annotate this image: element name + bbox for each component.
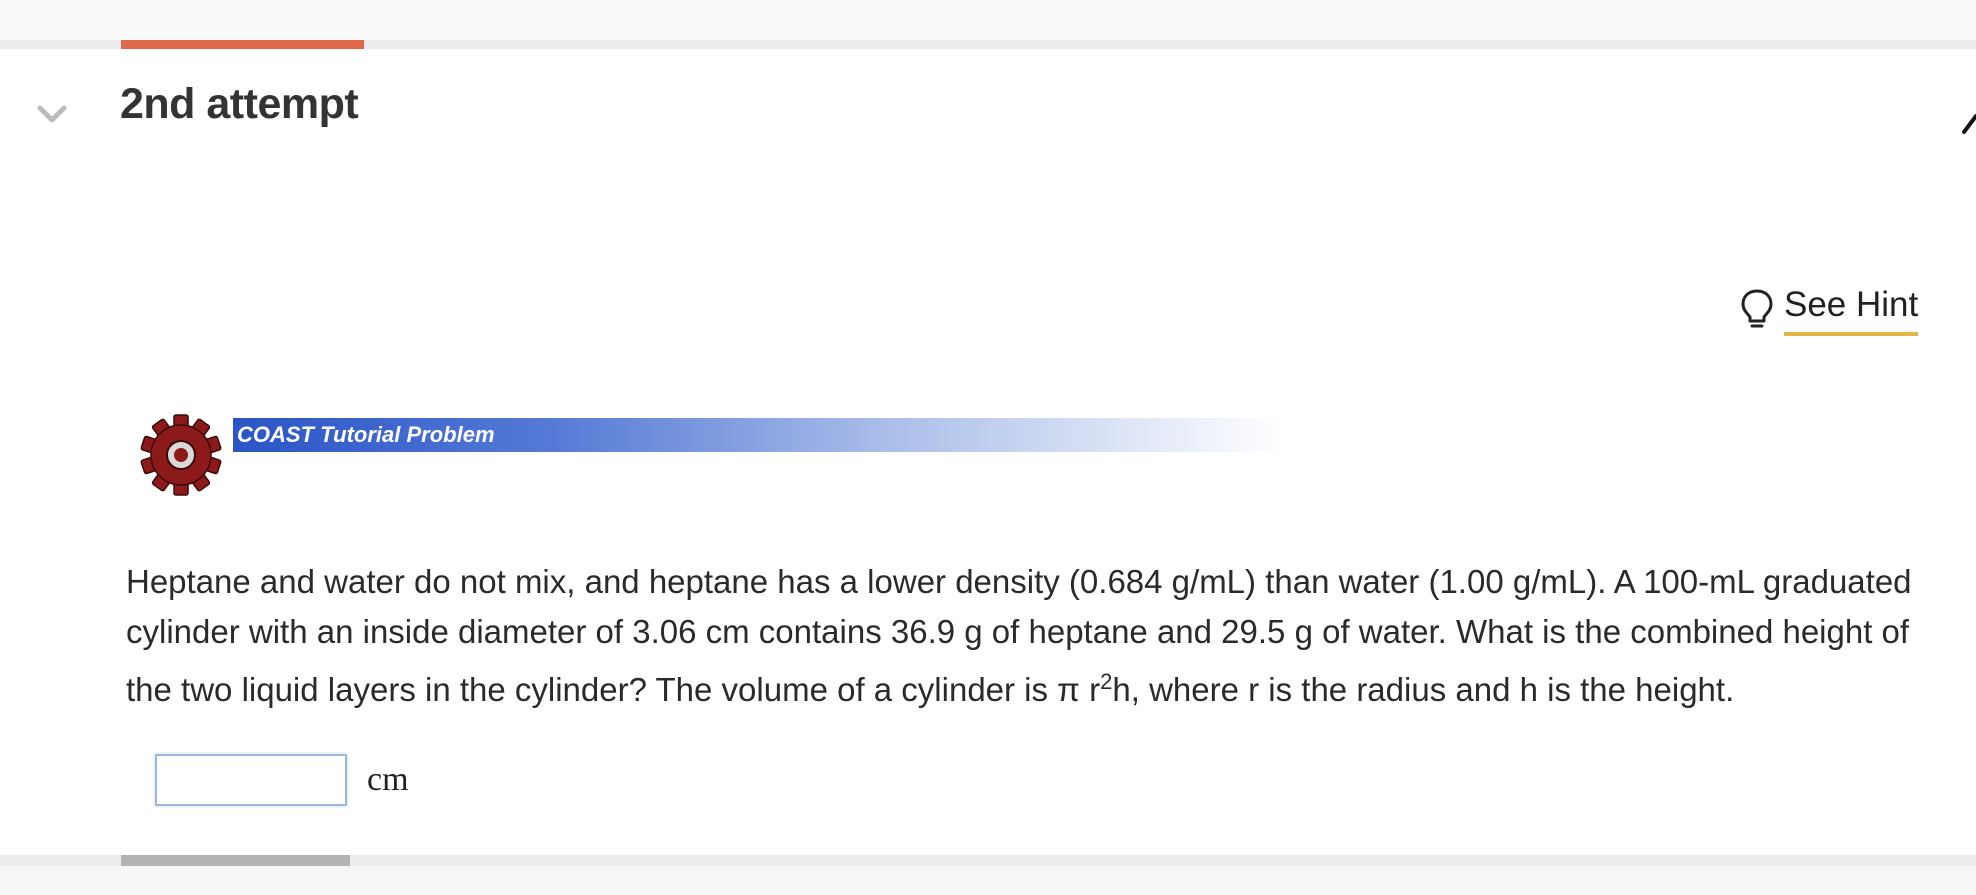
collapse-toggle-button[interactable] xyxy=(34,96,70,132)
answer-row: cm xyxy=(155,754,409,806)
problem-statement: Heptane and water do not mix, and heptan… xyxy=(126,557,1916,715)
chevron-down-icon xyxy=(37,105,67,123)
lightbulb-icon xyxy=(1741,289,1773,328)
bottom-progress-indicator xyxy=(121,855,350,866)
top-background-strip xyxy=(0,0,1976,40)
problem-text-part2: h, where r is the radius and h is the he… xyxy=(1112,671,1735,708)
bottom-background-strip xyxy=(0,866,1976,895)
see-hint-link[interactable]: See Hint xyxy=(1740,284,1919,336)
answer-input[interactable] xyxy=(155,754,347,806)
attempt-title: 2nd attempt xyxy=(120,80,359,128)
coast-banner-bar: COAST Tutorial Problem xyxy=(233,418,1283,452)
question-page: 2nd attempt See Hint COAST Tutorial Prob… xyxy=(0,0,1976,895)
gear-icon xyxy=(140,414,222,496)
see-hint-label: See Hint xyxy=(1784,284,1919,336)
answer-unit: cm xyxy=(367,761,409,798)
coast-tutorial-banner: COAST Tutorial Problem xyxy=(140,414,1283,496)
attempt-progress-indicator xyxy=(121,40,364,49)
problem-superscript: 2 xyxy=(1100,669,1113,694)
coast-banner-label: COAST Tutorial Problem xyxy=(237,422,495,447)
cursor-edge-mark xyxy=(1962,114,1976,134)
